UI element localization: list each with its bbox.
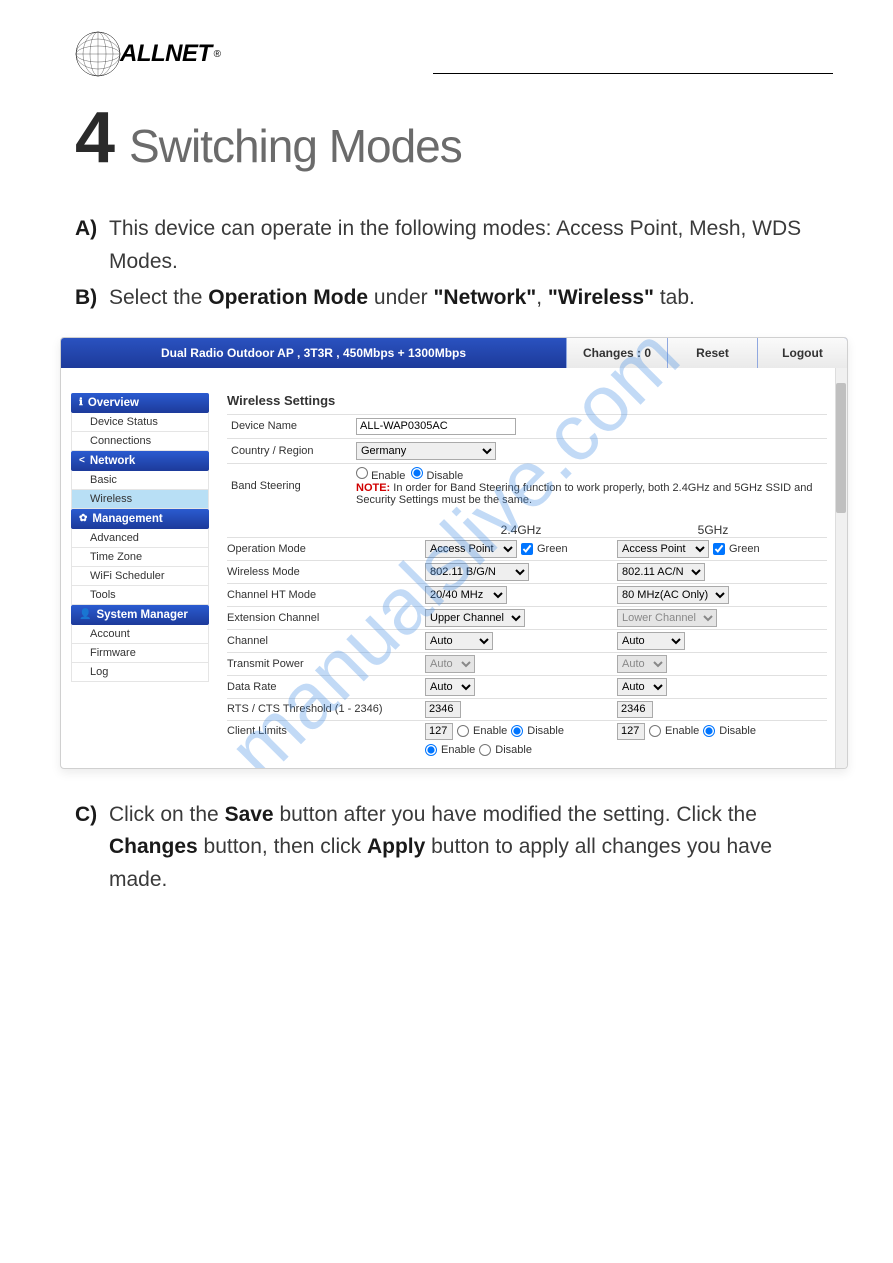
ext-channel-24-select[interactable]: Upper Channel [425, 609, 525, 627]
step-c-text: Click on the Save button after you have … [109, 799, 833, 897]
data-rate-5-select[interactable]: Auto [617, 678, 667, 696]
sidebar-item-connections[interactable]: Connections [71, 432, 209, 451]
scrollbar-thumb[interactable] [836, 383, 846, 513]
data-rate-label: Data Rate [227, 681, 425, 693]
op-mode-24-select[interactable]: Access Point [425, 540, 517, 558]
band-steering-label: Band Steering [227, 463, 352, 509]
col-5ghz-header: 5GHz [617, 523, 809, 537]
band-disable-radio[interactable] [411, 467, 423, 479]
sidebar: ℹOverview Device Status Connections <Net… [61, 368, 209, 768]
registered-mark: ® [214, 49, 221, 60]
info-icon: ℹ [79, 397, 83, 408]
scrollbar[interactable] [835, 368, 847, 768]
note-label: NOTE: [356, 482, 390, 494]
client-limit-24-enable[interactable] [457, 725, 469, 737]
reset-button[interactable]: Reset [667, 338, 757, 368]
changes-button[interactable]: Changes : 0 [566, 338, 667, 368]
band-enable-radio[interactable] [356, 467, 368, 479]
rts-5-input[interactable] [617, 701, 653, 718]
note-text: In order for Band Steering function to w… [356, 482, 813, 506]
client-limit-5-disable[interactable] [703, 725, 715, 737]
sidebar-item-advanced[interactable]: Advanced [71, 529, 209, 548]
device-name-label: Device Name [227, 414, 352, 438]
main-panel: Wireless Settings Device Name Country / … [209, 368, 847, 768]
client-limit-24-disable[interactable] [511, 725, 523, 737]
share-icon: < [79, 455, 85, 466]
country-select[interactable]: Germany [356, 442, 496, 460]
sidebar-item-wireless[interactable]: Wireless [71, 490, 209, 509]
logout-button[interactable]: Logout [757, 338, 847, 368]
channel-ht-mode-label: Channel HT Mode [227, 589, 425, 601]
channel-label: Channel [227, 635, 425, 647]
extra-24-disable[interactable] [479, 744, 491, 756]
operation-mode-label: Operation Mode [227, 543, 425, 555]
step-b-text: Select the Operation Mode under "Network… [109, 282, 833, 315]
sidebar-item-account[interactable]: Account [71, 625, 209, 644]
op-mode-5-select[interactable]: Access Point [617, 540, 709, 558]
step-a-text: This device can operate in the following… [109, 213, 833, 278]
sidebar-header-management[interactable]: ✿Management [71, 509, 209, 529]
panel-title: Wireless Settings [227, 393, 827, 408]
sidebar-item-device-status[interactable]: Device Status [71, 413, 209, 432]
wireless-mode-5-select[interactable]: 802.11 AC/N [617, 563, 705, 581]
client-limit-5-enable[interactable] [649, 725, 661, 737]
brand-logo: ALLNET ® [75, 30, 833, 78]
sidebar-item-wifi-scheduler[interactable]: WiFi Scheduler [71, 567, 209, 586]
country-label: Country / Region [227, 438, 352, 463]
admin-title: Dual Radio Outdoor AP , 3T3R , 450Mbps +… [61, 338, 566, 368]
step-a-letter: A) [75, 213, 109, 278]
data-rate-24-select[interactable]: Auto [425, 678, 475, 696]
extra-24-enable[interactable] [425, 744, 437, 756]
transmit-power-label: Transmit Power [227, 658, 425, 670]
ext-channel-5-select[interactable]: Lower Channel [617, 609, 717, 627]
green-24-checkbox[interactable] [521, 543, 533, 555]
rts-cts-label: RTS / CTS Threshold (1 - 2346) [227, 703, 425, 715]
globe-icon [75, 30, 125, 78]
sidebar-header-system-manager[interactable]: 👤System Manager [71, 605, 209, 625]
green-5-checkbox[interactable] [713, 543, 725, 555]
section-title: Switching Modes [129, 119, 462, 173]
client-limits-label: Client Limits [227, 725, 425, 737]
person-icon: 👤 [79, 609, 91, 620]
client-limit-24-input[interactable] [425, 723, 453, 740]
sidebar-header-overview[interactable]: ℹOverview [71, 393, 209, 413]
header-divider [433, 73, 833, 74]
wireless-mode-24-select[interactable]: 802.11 B/G/N [425, 563, 529, 581]
channel-5-select[interactable]: Auto [617, 632, 685, 650]
sidebar-item-timezone[interactable]: Time Zone [71, 548, 209, 567]
tx-power-5-select[interactable]: Auto [617, 655, 667, 673]
extension-channel-label: Extension Channel [227, 612, 425, 624]
section-number: 4 [75, 108, 115, 169]
sidebar-item-log[interactable]: Log [71, 663, 209, 682]
step-b-letter: B) [75, 282, 109, 315]
sidebar-header-network[interactable]: <Network [71, 451, 209, 471]
col-24ghz-header: 2.4GHz [425, 523, 617, 537]
admin-screenshot: manualslive.com Dual Radio Outdoor AP , … [60, 337, 848, 769]
ht-mode-5-select[interactable]: 80 MHz(AC Only) [617, 586, 729, 604]
ht-mode-24-select[interactable]: 20/40 MHz [425, 586, 507, 604]
tx-power-24-select[interactable]: Auto [425, 655, 475, 673]
device-name-input[interactable] [356, 418, 516, 435]
rts-24-input[interactable] [425, 701, 461, 718]
channel-24-select[interactable]: Auto [425, 632, 493, 650]
sidebar-item-tools[interactable]: Tools [71, 586, 209, 605]
wireless-mode-label: Wireless Mode [227, 566, 425, 578]
step-c-letter: C) [75, 799, 109, 897]
brand-name: ALLNET [120, 40, 212, 68]
sidebar-item-basic[interactable]: Basic [71, 471, 209, 490]
gear-icon: ✿ [79, 513, 87, 524]
client-limit-5-input[interactable] [617, 723, 645, 740]
sidebar-item-firmware[interactable]: Firmware [71, 644, 209, 663]
